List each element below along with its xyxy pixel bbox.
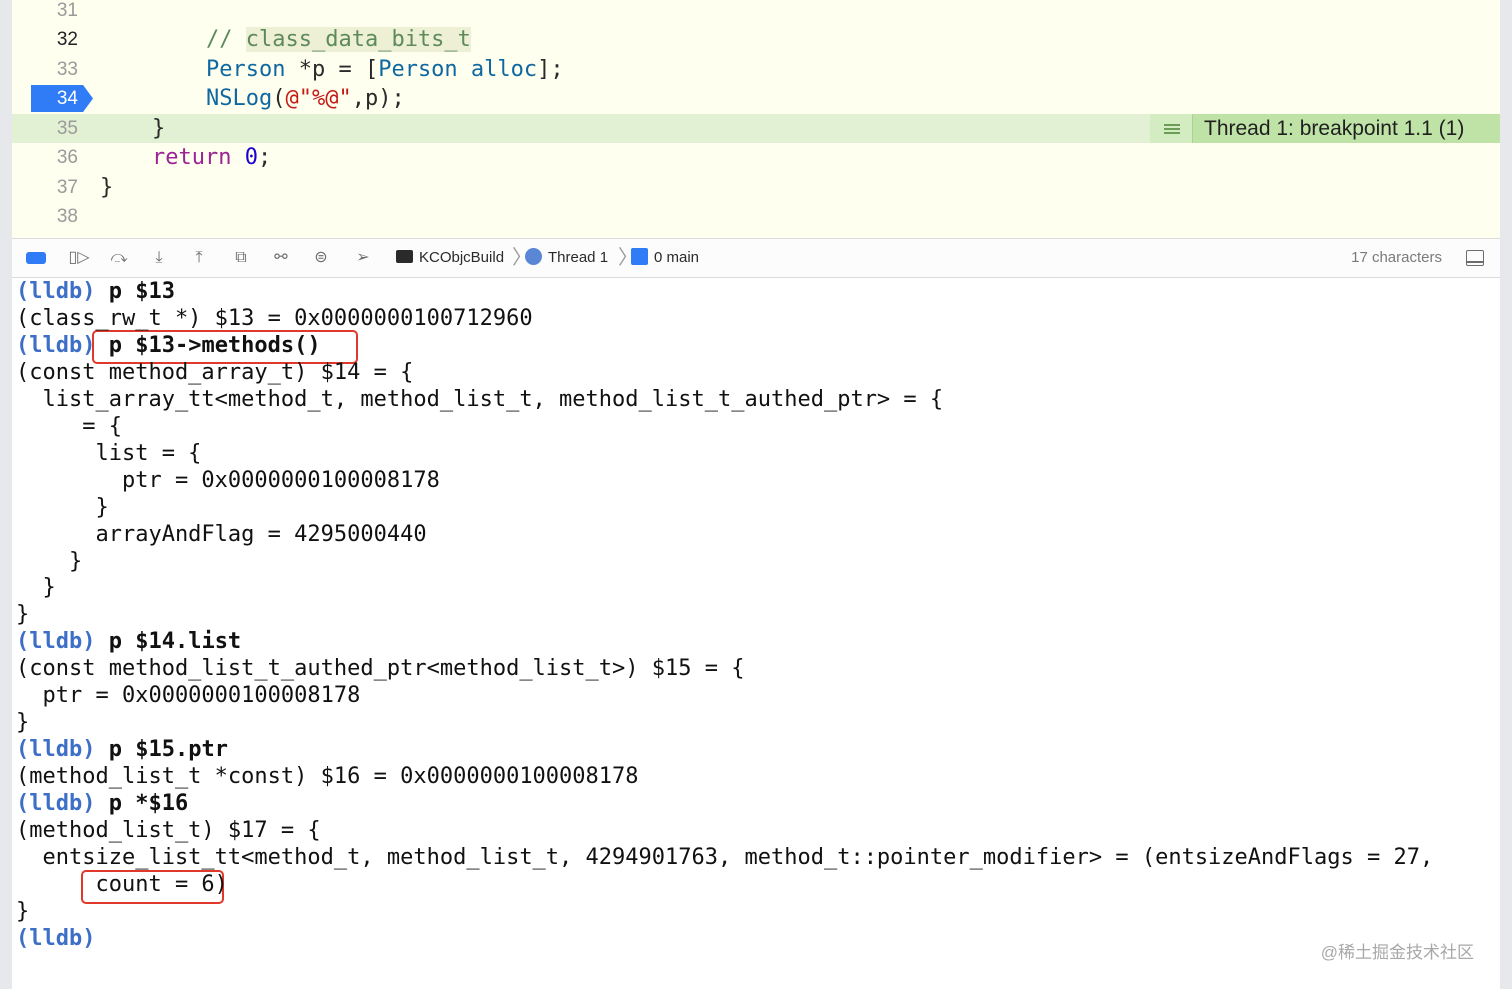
console-output-line: (class_rw_t *) $13 = 0x0000000100712960 — [16, 306, 533, 331]
console-command-line: (lldb) p $13->methods() — [16, 332, 321, 359]
step-into-icon[interactable]: ⤓ — [148, 247, 170, 269]
console-output-line: = { — [16, 414, 122, 439]
thread-breakpoint-badge[interactable]: Thread 1: breakpoint 1.1 (1) — [1150, 114, 1500, 143]
user-frame-icon — [631, 248, 648, 265]
console-command-line: (lldb) p $14.list — [16, 628, 241, 655]
console-output-line: (const method_list_t_authed_ptr<method_l… — [16, 656, 745, 681]
code-text: return 0; — [152, 145, 272, 170]
line-number[interactable]: 34 — [12, 84, 78, 113]
console-output-line: (method_list_t) $17 = { — [16, 818, 321, 843]
lldb-command: p $13->methods() — [95, 333, 321, 358]
source-editor[interactable]: 31 32 // class_data_bits_t 33 Person *p = [P… — [12, 0, 1500, 238]
breadcrumb-target-label: KCObjcBuild — [419, 249, 505, 266]
step-over-icon[interactable]: ⤼ — [108, 247, 130, 269]
breadcrumb-thread[interactable]: Thread 1 — [525, 239, 608, 277]
line-number[interactable]: 31 — [12, 0, 78, 25]
console-output-line: list_array_tt<method_t, method_list_t, m… — [16, 387, 944, 412]
console-output-line: } — [16, 549, 83, 574]
lldb-console[interactable]: (lldb) p $13 (class_rw_t *) $13 = 0x00000… — [12, 277, 1500, 989]
breadcrumb-target[interactable]: KCObjcBuild — [396, 239, 504, 277]
editor-line[interactable]: 37} — [12, 173, 1500, 202]
lldb-command: p $15.ptr — [95, 737, 228, 762]
console-command-line: (lldb) p *$16 — [16, 790, 188, 817]
line-number[interactable]: 38 — [12, 202, 78, 231]
line-number[interactable]: 32 — [12, 25, 78, 54]
menu-lines-icon — [1150, 114, 1193, 143]
editor-line[interactable]: 35} Thread 1: breakpoint 1.1 (1) — [12, 114, 1500, 143]
line-number[interactable]: 33 — [12, 55, 78, 84]
xcode-window: 31 32 // class_data_bits_t 33 Person *p = [P… — [12, 0, 1500, 989]
debug-bar: ▯▷ ⤼ ⤓ ⤒ ⧉ ⚯ ⊜ ➢ KCObjcBuild 〉 Thread 1 … — [12, 238, 1500, 278]
memory-graph-icon[interactable]: ⚯ — [270, 247, 292, 269]
code-text: } — [100, 175, 114, 200]
console-output-line: count = 6) — [16, 872, 228, 897]
console-output-line: } — [16, 495, 109, 520]
code-text: } — [152, 116, 166, 141]
line-number[interactable]: 36 — [12, 143, 78, 172]
lldb-prompt: (lldb) — [16, 279, 96, 304]
character-count: 17 characters — [1351, 249, 1442, 266]
view-hierarchy-icon[interactable]: ⧉ — [230, 247, 252, 269]
editor-line[interactable]: 36 return 0; — [12, 143, 1500, 172]
console-command-line: (lldb) p $15.ptr — [16, 736, 228, 763]
lldb-prompt: (lldb) — [16, 737, 96, 762]
console-output-line: } — [16, 602, 30, 627]
breadcrumb-thread-label: Thread 1 — [548, 249, 609, 266]
breadcrumb-frame[interactable]: 0 main — [631, 239, 699, 277]
code-text: Person *p = [Person alloc]; — [206, 57, 564, 82]
console-output-line: (method_list_t *const) $16 = 0x000000010… — [16, 764, 639, 789]
editor-line[interactable]: 33 Person *p = [Person alloc]; — [12, 55, 1500, 84]
console-output-line: list = { — [16, 441, 202, 466]
simulate-location-icon[interactable]: ➢ — [352, 247, 374, 269]
lldb-prompt: (lldb) — [16, 333, 96, 358]
editor-line[interactable]: 34 NSLog(@"%@",p); — [12, 84, 1500, 113]
breakpoints-toggle-icon[interactable] — [26, 247, 48, 269]
lldb-command: p *$16 — [95, 791, 189, 816]
editor-line[interactable]: 31 — [12, 0, 1500, 25]
continue-icon[interactable]: ▯▷ — [68, 247, 90, 269]
console-output-line: arrayAndFlag = 4295000440 — [16, 522, 427, 547]
console-output-line: ptr = 0x0000000100008178 — [16, 683, 361, 708]
line-number[interactable]: 35 — [12, 114, 78, 143]
breadcrumb-frame-label: 0 main — [654, 249, 700, 266]
console-output-line: } — [16, 899, 30, 924]
console-output-line: } — [16, 710, 30, 735]
line-number[interactable]: 37 — [12, 173, 78, 202]
console-output-line: (const method_array_t) $14 = { — [16, 360, 414, 385]
environment-overrides-icon[interactable]: ⊜ — [310, 247, 332, 269]
console-command-line: (lldb) p $13 — [16, 278, 175, 305]
console-output-line: entsize_list_tt<method_t, method_list_t,… — [16, 845, 1434, 870]
code-text: NSLog(@"%@",p); — [206, 86, 405, 111]
console-output-line: } — [16, 575, 56, 600]
lldb-prompt: (lldb) — [16, 791, 96, 816]
code-text: // class_data_bits_t — [206, 27, 471, 52]
toggle-panel-icon[interactable] — [1466, 250, 1484, 266]
editor-line[interactable]: 38 — [12, 202, 1500, 231]
lldb-prompt: (lldb) — [16, 629, 96, 654]
console-output-line: ptr = 0x0000000100008178 — [16, 468, 440, 493]
watermark: @稀土掘金技术社区 — [1320, 943, 1474, 962]
thread-icon — [525, 248, 542, 265]
lldb-command: p $14.list — [95, 629, 242, 654]
terminal-icon — [396, 250, 413, 263]
console-command-line: (lldb) — [16, 925, 95, 952]
lldb-command: p $13 — [95, 279, 175, 304]
lldb-prompt: (lldb) — [16, 926, 96, 951]
thread-badge-label: Thread 1: breakpoint 1.1 (1) — [1204, 117, 1465, 140]
editor-line[interactable]: 32 // class_data_bits_t — [12, 25, 1500, 54]
step-out-icon[interactable]: ⤒ — [188, 247, 210, 269]
